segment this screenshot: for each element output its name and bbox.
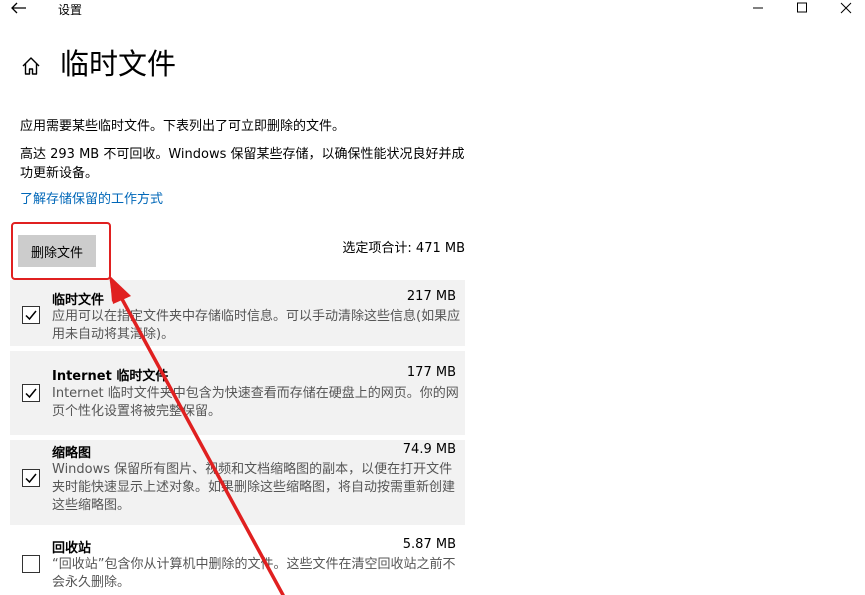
item-name: Internet 临时文件 bbox=[52, 369, 169, 384]
page-title: 临时文件 bbox=[60, 47, 177, 81]
checkmark-icon bbox=[25, 473, 37, 484]
close-button[interactable] bbox=[836, 0, 856, 16]
minimize-button[interactable] bbox=[748, 0, 768, 16]
close-icon bbox=[840, 2, 852, 14]
window-title: 设置 bbox=[58, 3, 83, 17]
maximize-icon bbox=[797, 2, 807, 13]
delete-files-button[interactable]: 删除文件 bbox=[18, 235, 96, 267]
item-description: Internet 临时文件夹中包含为快速查看而存储在硬盘上的网页。你的网页个性化… bbox=[52, 386, 459, 419]
learn-storage-reserve-link[interactable]: 了解存储保留的工作方式 bbox=[20, 188, 163, 207]
maximize-button[interactable] bbox=[792, 0, 812, 16]
item-size: 74.9 MB bbox=[402, 442, 456, 457]
item-size: 5.87 MB bbox=[402, 537, 456, 552]
selected-total: 选定项合计: 471 MB bbox=[342, 241, 465, 256]
home-icon[interactable] bbox=[20, 55, 42, 77]
item-description: 应用可以在指定文件夹中存储临时信息。可以手动清除这些信息(如果应用未自动将其清除… bbox=[52, 309, 461, 342]
item-description: Windows 保留所有图片、视频和文档缩略图的副本，以便在打开文件夹时能快速显… bbox=[52, 462, 456, 513]
page-description: 应用需要某些临时文件。下表列出了可立即删除的文件。 bbox=[20, 119, 346, 134]
checkmark-icon bbox=[25, 310, 37, 321]
checkbox-internet-temp-files[interactable] bbox=[22, 384, 40, 402]
item-name: 临时文件 bbox=[52, 293, 105, 308]
back-button[interactable] bbox=[8, 0, 32, 18]
item-size: 217 MB bbox=[406, 289, 456, 304]
minimize-icon bbox=[753, 7, 763, 9]
reserved-storage-note: 高达 293 MB 不可回收。Windows 保留某些存储，以确保性能状况良好并… bbox=[20, 147, 465, 181]
checkmark-icon bbox=[25, 388, 37, 399]
back-arrow-icon bbox=[11, 2, 26, 14]
item-name: 回收站 bbox=[52, 541, 92, 556]
item-size: 177 MB bbox=[406, 365, 456, 380]
item-name: 缩略图 bbox=[52, 446, 92, 461]
checkbox-thumbnails[interactable] bbox=[22, 469, 40, 487]
item-description: “回收站”包含你从计算机中删除的文件。这些文件在清空回收站之前不会永久删除。 bbox=[52, 557, 456, 590]
checkbox-recycle-bin[interactable] bbox=[22, 555, 40, 573]
checkbox-temp-files[interactable] bbox=[22, 306, 40, 324]
